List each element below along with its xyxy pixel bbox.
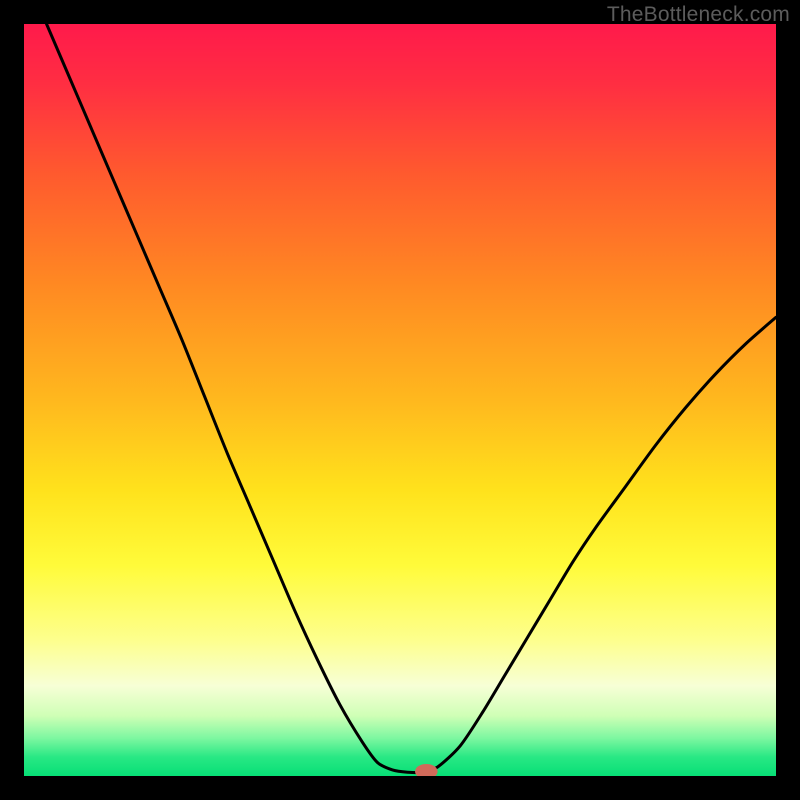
chart-frame: TheBottleneck.com — [0, 0, 800, 800]
gradient-background — [24, 24, 776, 776]
watermark-text: TheBottleneck.com — [607, 3, 790, 27]
bottleneck-chart — [24, 24, 776, 776]
plot-area — [24, 24, 776, 776]
